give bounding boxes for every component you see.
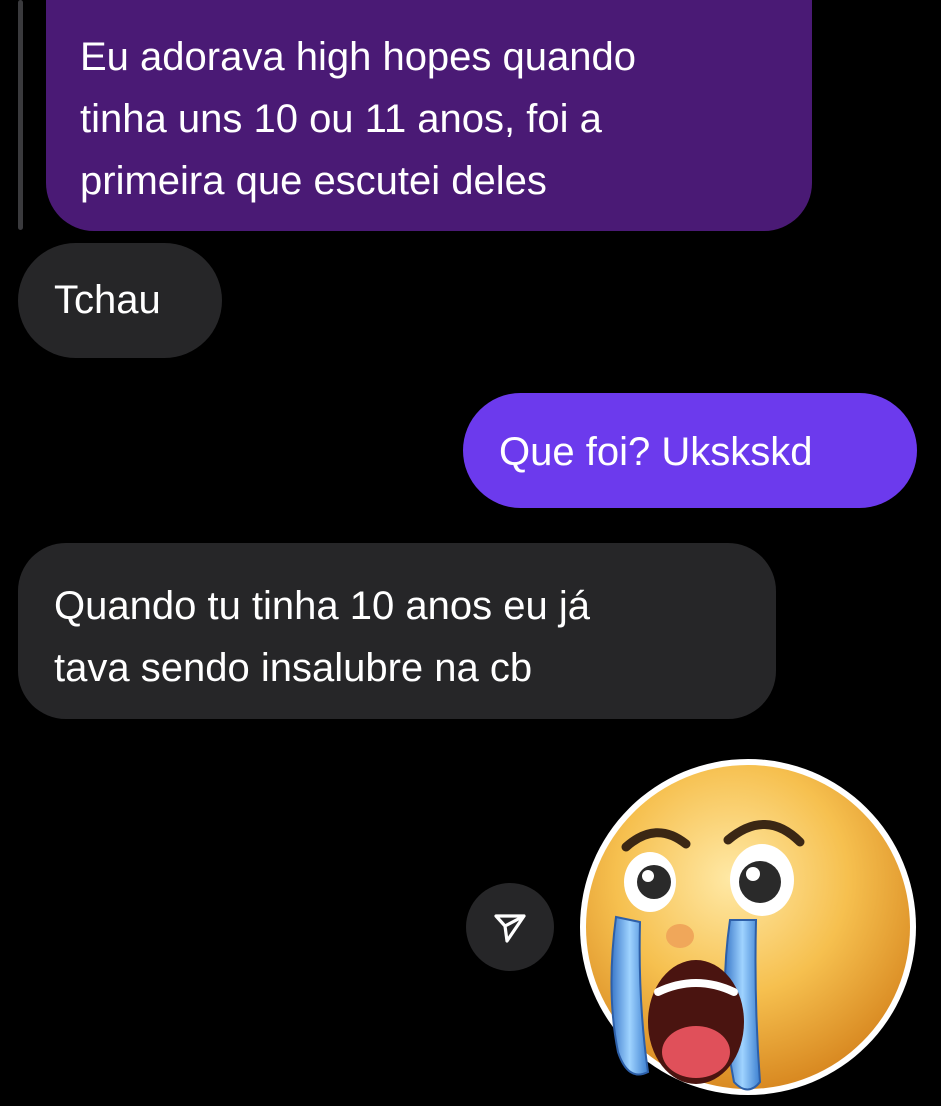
message-text-line: Quando tu tinha 10 anos eu já: [54, 584, 590, 628]
message-text: Que foi? Ukskskd: [499, 430, 813, 474]
message-text-line: tava sendo insalubre na cb: [54, 646, 533, 690]
received-message-bubble[interactable]: Tchau: [18, 243, 222, 358]
received-message-bubble[interactable]: Quando tu tinha 10 anos eu já tava sendo…: [18, 543, 776, 719]
send-icon: [494, 914, 526, 943]
quoted-message-line: Eu adorava high hopes quando: [80, 35, 637, 79]
quoted-message-line: primeira que escutei deles: [80, 159, 547, 203]
sent-message-bubble[interactable]: Que foi? Ukskskd: [463, 393, 917, 508]
message-text: Tchau: [54, 278, 161, 322]
loudly-crying-face-icon: [580, 759, 916, 1095]
share-button[interactable]: [466, 883, 554, 971]
crying-face-sticker[interactable]: [578, 752, 918, 1101]
quoted-message-line: tinha uns 10 ou 11 anos, foi a: [80, 97, 602, 141]
reply-quote-bar: [18, 0, 23, 230]
quoted-message-bubble[interactable]: Eu adorava high hopes quando tinha uns 1…: [46, 0, 812, 231]
